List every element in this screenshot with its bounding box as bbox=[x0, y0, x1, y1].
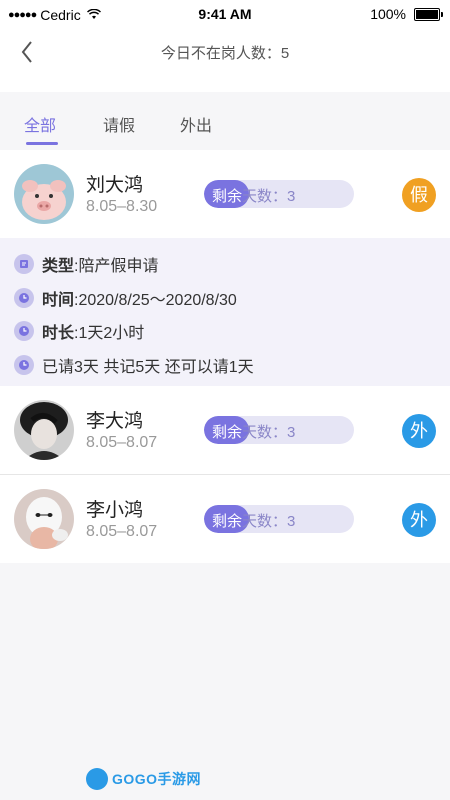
detail-summary-text: 已请3天 共记5天 还可以请1天 bbox=[42, 359, 254, 376]
remaining-days-label: 剩余天数：3 bbox=[212, 424, 296, 441]
nav-bar: 今日不在岗人数：5 bbox=[0, 30, 450, 92]
detail-duration: 时长 :1天2小时 bbox=[14, 319, 144, 343]
remaining-days-bar: 剩余天数：3 bbox=[204, 505, 354, 533]
tab-leave[interactable]: 请假 bbox=[103, 112, 135, 136]
person-dates: 8.05–8.07 bbox=[86, 523, 158, 540]
clock-icon bbox=[14, 355, 34, 375]
avatar bbox=[14, 400, 74, 460]
person-row[interactable]: 刘大鸿 8.05–8.30 剩余天数：3 假 bbox=[0, 150, 450, 238]
detail-duration-value: :1天2小时 bbox=[74, 325, 145, 342]
person-dates: 8.05–8.30 bbox=[86, 198, 158, 215]
watermark-text: GOGO手游网 bbox=[112, 771, 202, 787]
leave-details: 类型 :陪产假申请 时间 :2020/8/25～2020/8/30 时长 :1天… bbox=[0, 238, 450, 386]
watermark: GOGO手游网 bbox=[86, 768, 201, 790]
detail-type: 类型 :陪产假申请 bbox=[14, 252, 158, 276]
person-row[interactable]: 李大鸿 8.05–8.07 剩余天数：3 外 bbox=[0, 386, 450, 474]
leave-badge: 假 bbox=[402, 178, 436, 212]
tab-out[interactable]: 外出 bbox=[180, 112, 212, 136]
remaining-days-label: 剩余天数：3 bbox=[212, 513, 296, 530]
out-badge: 外 bbox=[402, 503, 436, 537]
person-name: 李小鸿 bbox=[86, 500, 144, 521]
battery-label: 100% bbox=[370, 6, 406, 22]
detail-summary: 已请3天 共记5天 还可以请1天 bbox=[14, 353, 254, 377]
avatar bbox=[14, 164, 74, 224]
avatar bbox=[14, 489, 74, 549]
person-dates: 8.05–8.07 bbox=[86, 434, 158, 451]
person-name: 李大鸿 bbox=[86, 411, 144, 432]
detail-duration-label: 时长 bbox=[42, 325, 75, 342]
detail-time-value: :2020/8/25～2020/8/30 bbox=[74, 292, 237, 309]
watermark-logo-icon bbox=[86, 768, 108, 790]
clock-icon bbox=[14, 321, 34, 341]
out-badge: 外 bbox=[402, 414, 436, 448]
remaining-days-label: 剩余天数：3 bbox=[212, 188, 296, 205]
active-tab-indicator bbox=[26, 142, 58, 145]
status-bar: ●●●●● Cedric 9:41 AM 100% bbox=[0, 0, 450, 30]
remaining-days-bar: 剩余天数：3 bbox=[204, 416, 354, 444]
battery-icon bbox=[414, 7, 443, 21]
clock-icon bbox=[14, 288, 34, 308]
document-icon bbox=[14, 254, 34, 274]
tab-bar: 全部 请假 外出 bbox=[0, 98, 450, 148]
detail-time-label: 时间 bbox=[42, 292, 75, 309]
detail-type-value: :陪产假申请 bbox=[74, 258, 159, 275]
detail-time: 时间 :2020/8/25～2020/8/30 bbox=[14, 286, 237, 310]
tab-all[interactable]: 全部 bbox=[24, 112, 56, 136]
person-row[interactable]: 李小鸿 8.05–8.07 剩余天数：3 外 bbox=[0, 475, 450, 563]
page-title: 今日不在岗人数：5 bbox=[160, 45, 290, 62]
person-name: 刘大鸿 bbox=[86, 175, 144, 196]
detail-type-label: 类型 bbox=[42, 258, 75, 275]
remaining-days-bar: 剩余天数：3 bbox=[204, 180, 354, 208]
